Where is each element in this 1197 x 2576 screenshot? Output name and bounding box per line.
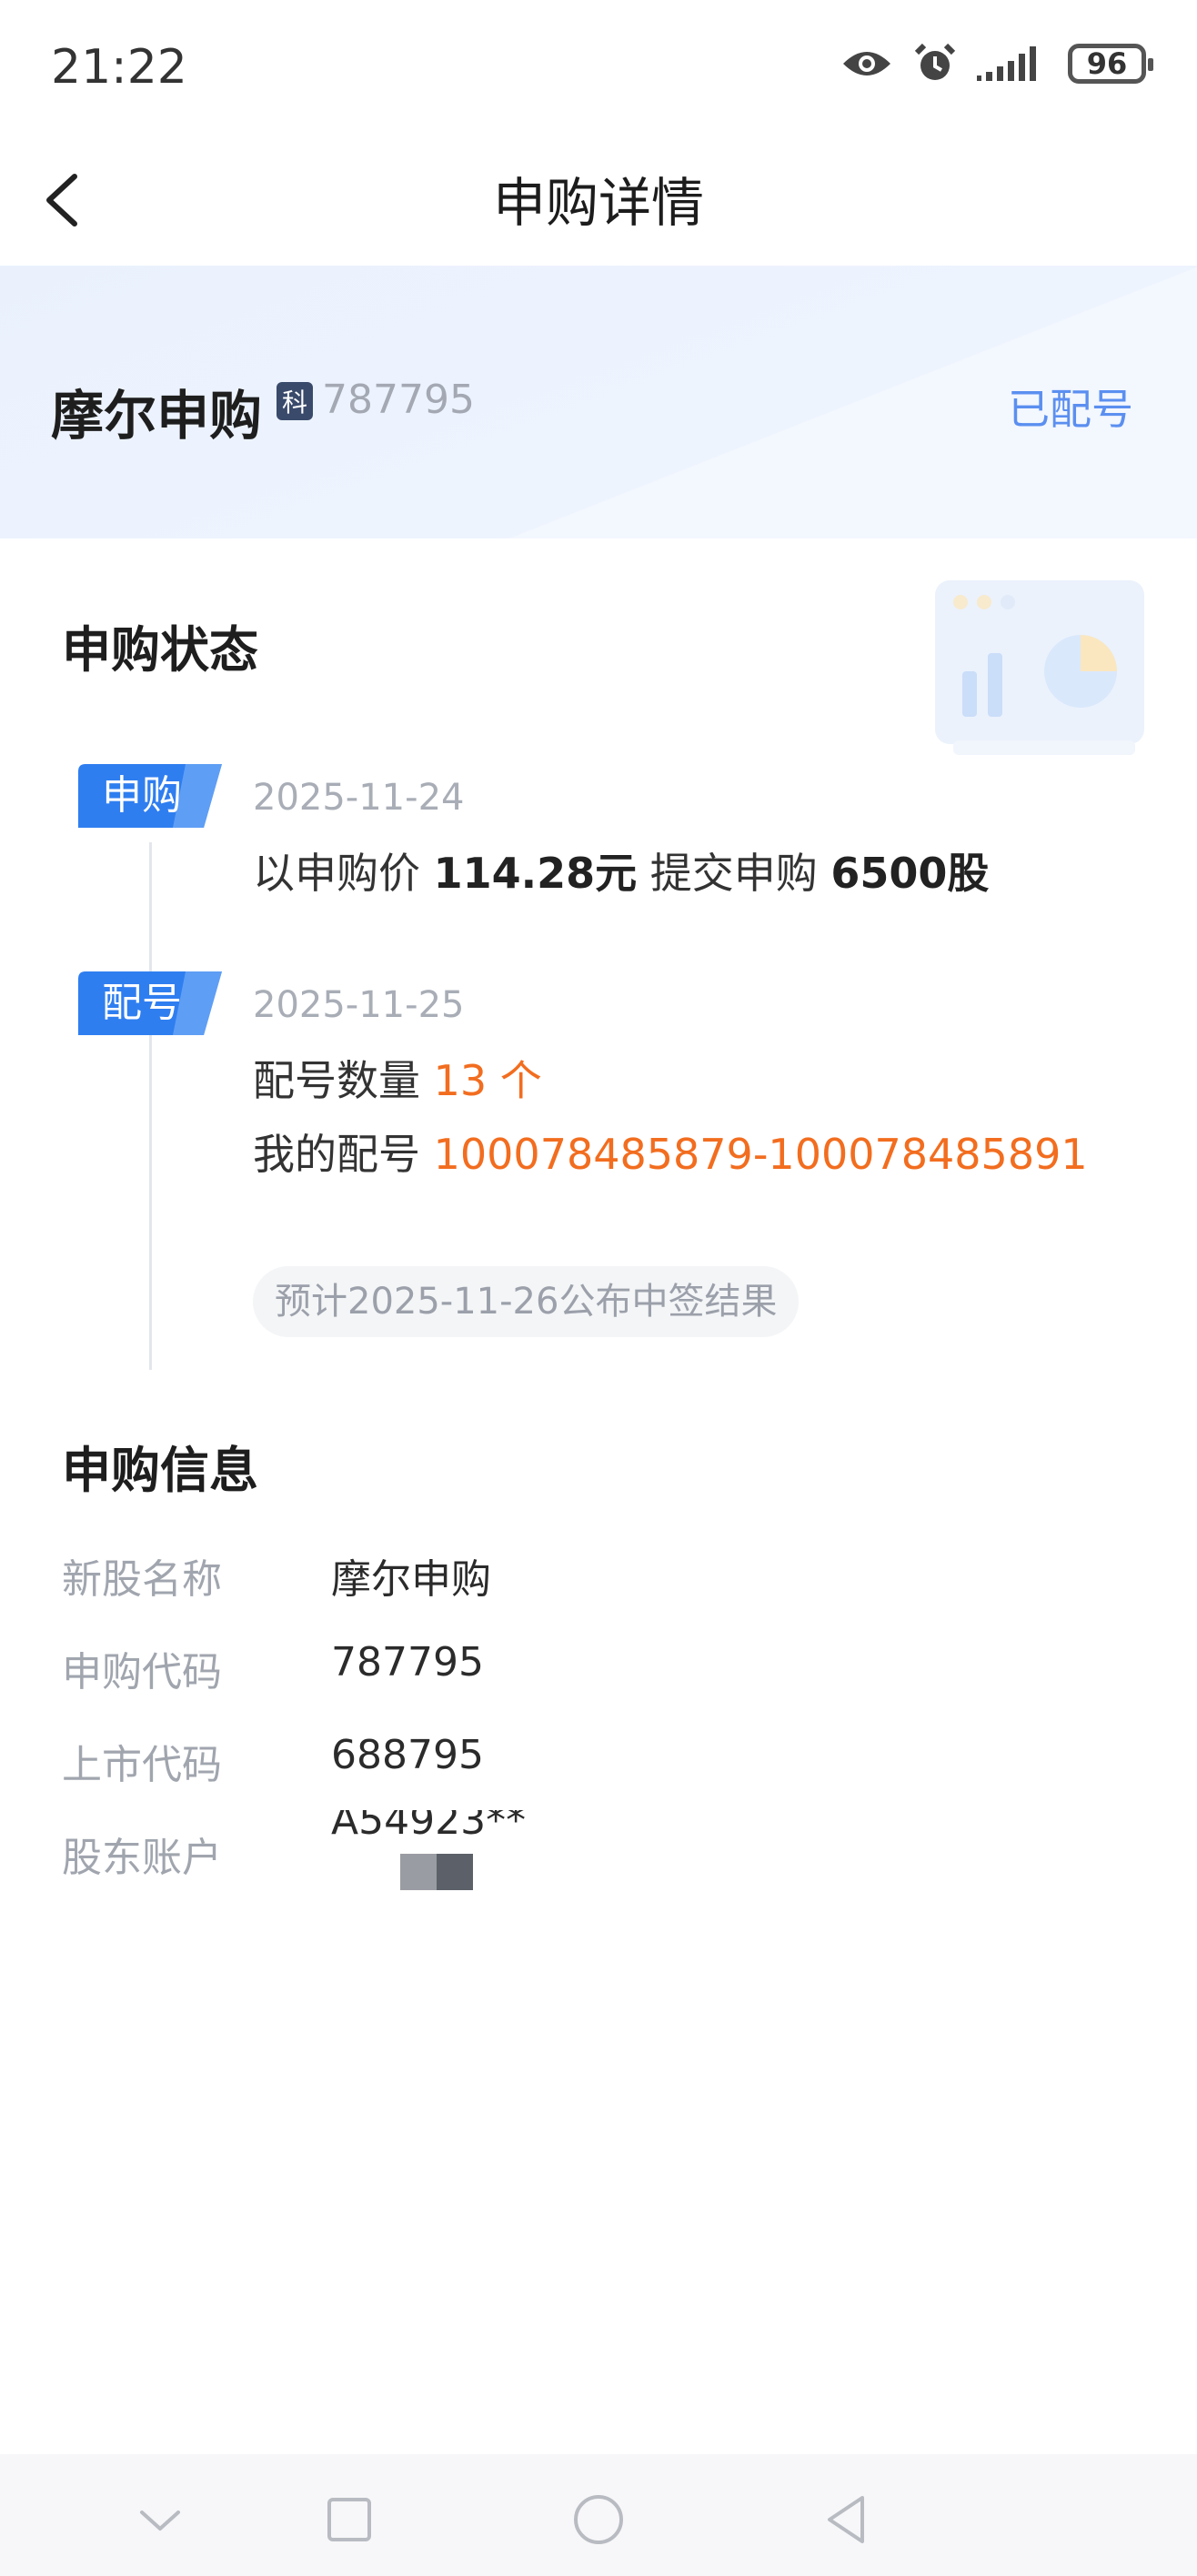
info-row: 新股名称 摩尔申购 [62,1546,1135,1603]
step-tag-subscribe: 申购 [78,764,222,828]
page: 21:22 96 申购详情 摩尔申购 科 787795 已配号 申购状态 申购 … [0,0,1197,2576]
page-title: 申购详情 [492,172,704,234]
result-date-tip: 预计2025-11-26公布中签结果 [253,1266,800,1337]
subscribe-detail: 以申购价 114.28元 提交申购 6500股 [253,840,989,901]
info-row-clipped: 股东账户 A54923** [0,1810,1197,1894]
numbers-value: 100078485879-100078485891 [433,1130,1088,1179]
battery-icon: 96 [1068,44,1153,84]
subscribe-price: 114.28元 [433,849,638,898]
eye-icon [843,52,890,75]
info-label: 申购代码 [62,1649,222,1696]
status-bar: 21:22 96 [0,0,1197,136]
nav-bar: 申购详情 [0,136,1197,264]
subscribe-shares: 6500股 [830,849,990,898]
info-label: 股东账户 [62,1835,222,1881]
numbers-label: 我的配号 [253,1130,420,1179]
system-nav-bar [0,2454,1197,2576]
star-board-badge: 科 [277,382,313,420]
nav-collapse-icon[interactable] [131,2490,189,2549]
step-tag-allocation: 配号 [78,971,222,1035]
stock-name: 摩尔申购 [51,385,263,447]
allocation-numbers: 我的配号 100078485879-100078485891 [253,1122,1090,1186]
allocation-status: 已配号 [1008,385,1133,434]
timeline-line [149,842,152,1370]
info-value: 787795 [331,1639,484,1685]
info-value: A54923** [331,1810,527,1844]
stock-code: 787795 [322,377,475,423]
count-label: 配号数量 [253,1056,420,1105]
nav-home-icon[interactable] [569,2490,628,2549]
detail-mid: 提交申购 [649,849,818,898]
battery-level: 96 [1086,46,1128,81]
info-label: 新股名称 [62,1556,222,1603]
chart-illustration-icon [935,580,1144,755]
info-row: 股东账户 A54923** [62,1810,1135,1881]
status-icons: 96 [840,42,1153,86]
step-tag-label: 配号 [102,980,182,1026]
step-date: 2025-11-24 [253,777,465,819]
info-row: 申购代码 787795 [62,1639,1135,1696]
info-label: 上市代码 [62,1742,222,1788]
step-date: 2025-11-25 [253,984,465,1026]
info-row: 上市代码 688795 [62,1732,1135,1788]
info-value: 688795 [331,1732,484,1778]
step-tag-label: 申购 [102,772,182,819]
redacted-block [400,1854,473,1890]
status-section-title: 申购状态 [62,621,258,679]
nav-back-icon[interactable] [819,2490,877,2549]
info-value: 摩尔申购 [331,1556,491,1603]
status-time: 21:22 [51,40,187,95]
stock-banner: 摩尔申购 科 787795 已配号 [0,266,1197,538]
signal-icon [977,46,1036,81]
detail-prefix: 以申购价 [253,849,420,898]
allocation-count: 配号数量 13 个 [253,1048,542,1108]
alarm-icon [914,43,956,80]
count-value: 13 个 [433,1056,542,1105]
info-section-title: 申购信息 [62,1442,258,1499]
nav-recents-icon[interactable] [320,2490,378,2549]
